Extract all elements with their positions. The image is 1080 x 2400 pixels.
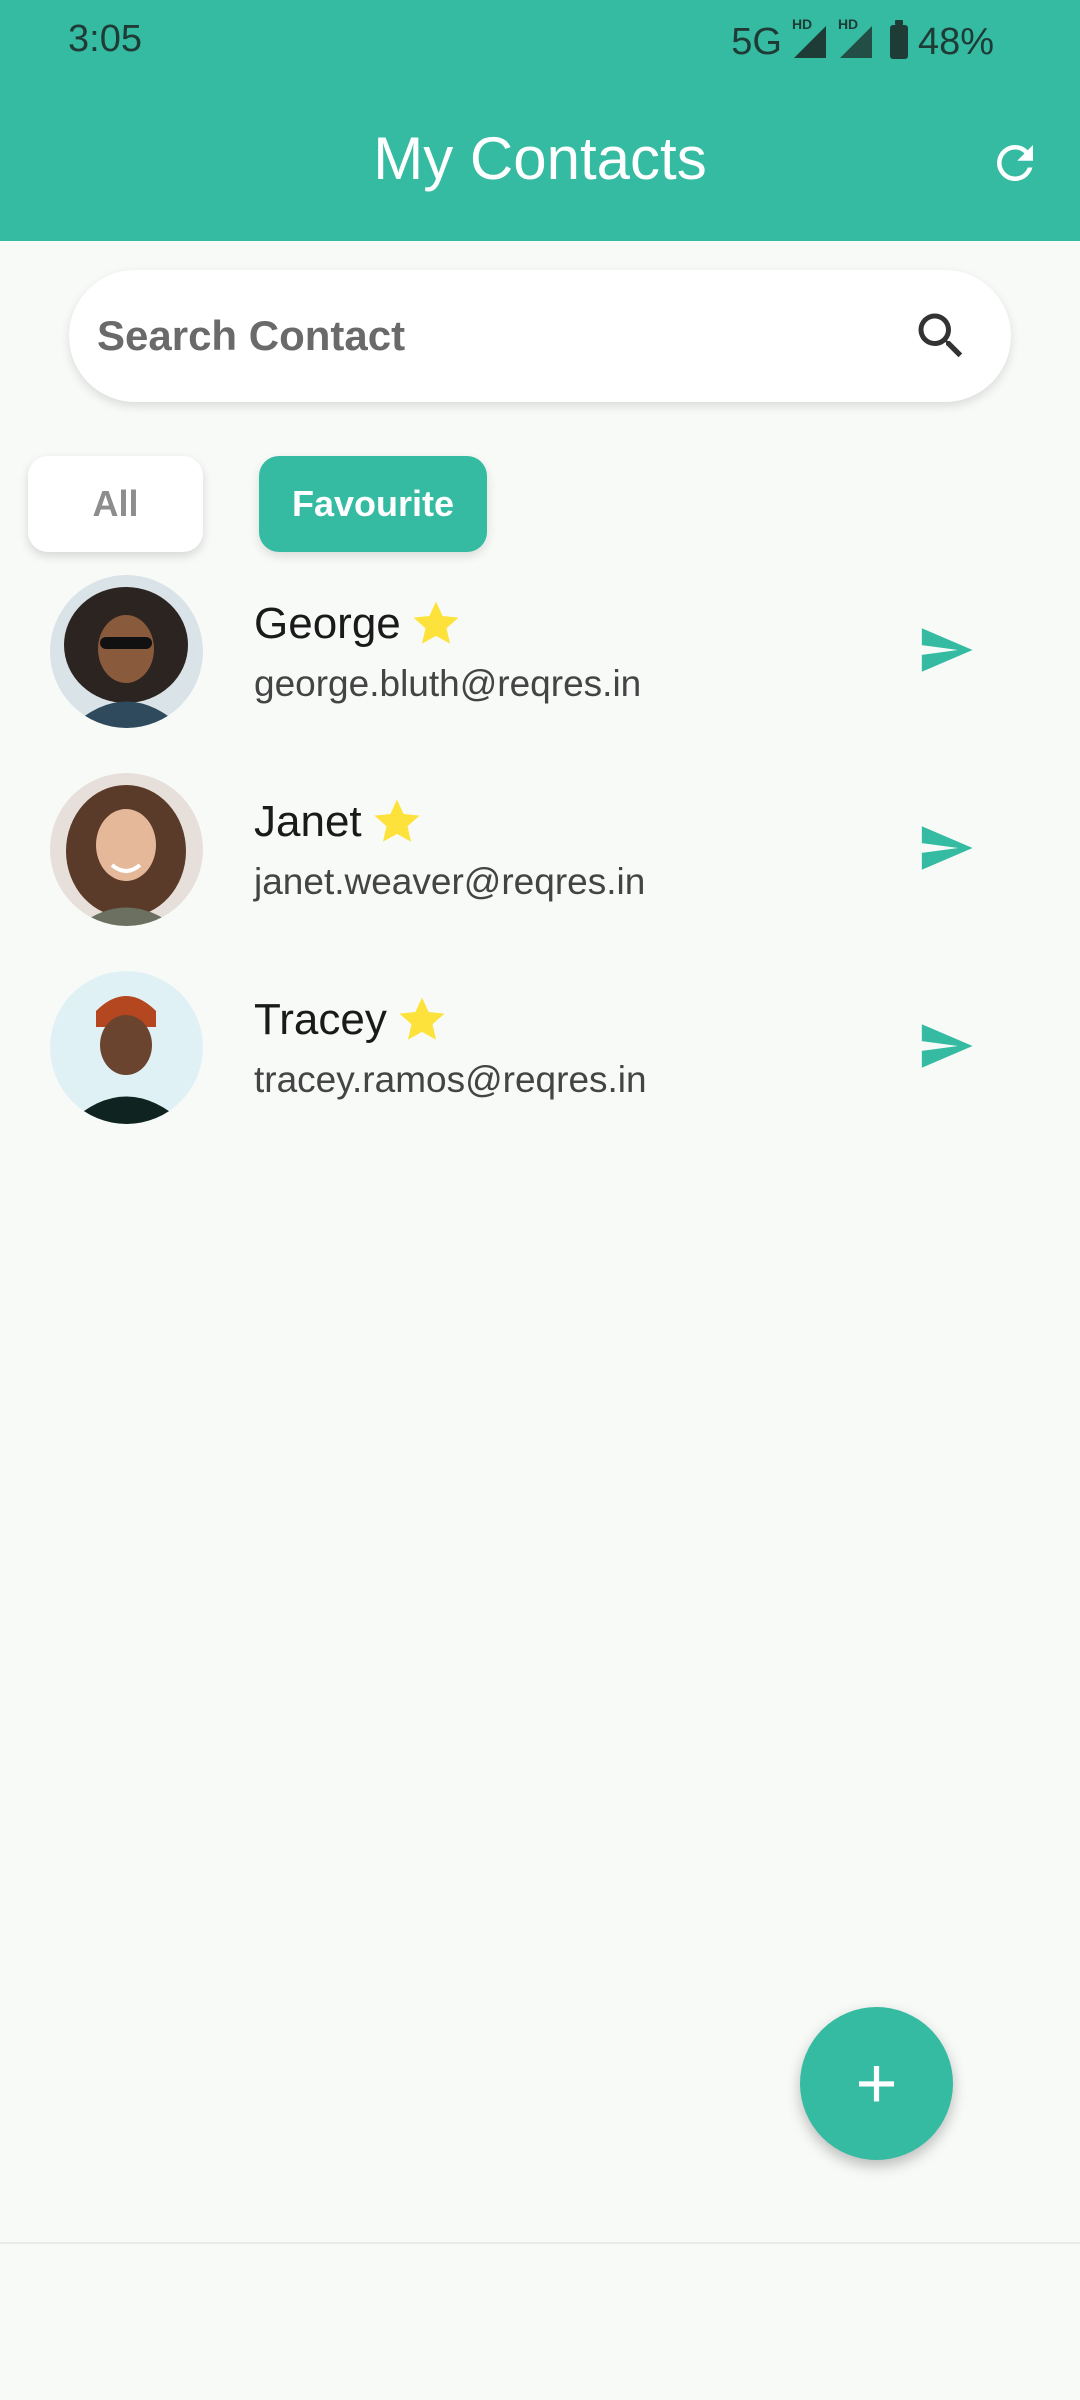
search-icon[interactable]	[911, 306, 971, 366]
search-bar	[69, 270, 1011, 402]
avatar	[50, 773, 203, 926]
send-icon[interactable]	[915, 1017, 977, 1075]
contact-email: tracey.ramos@reqres.in	[254, 1059, 647, 1100]
favourite-star-icon[interactable]	[409, 597, 463, 651]
contact-row[interactable]: Tracey tracey.ramos@reqres.in	[0, 971, 1080, 1141]
search-input[interactable]	[97, 312, 911, 360]
contact-name: George	[254, 597, 463, 651]
plus-icon: +	[855, 2043, 898, 2124]
favourite-star-icon[interactable]	[395, 993, 449, 1047]
status-icons: 5G HD HD 48%	[731, 16, 994, 66]
refresh-icon[interactable]	[988, 136, 1042, 190]
contacts-screen: 3:05 5G HD HD 48% My Contacts Search Con…	[0, 0, 1080, 2400]
page-title: My Contacts	[373, 125, 707, 192]
contact-email: janet.weaver@reqres.in	[254, 861, 646, 902]
signal-icon: HD	[792, 16, 828, 60]
network-label: 5G	[731, 20, 782, 63]
contact-email: george.bluth@reqres.in	[254, 663, 642, 704]
tab-favourite[interactable]: Favourite	[259, 456, 487, 552]
divider	[0, 2242, 1080, 2244]
app-bar: 3:05 5G HD HD 48% My Contacts	[0, 0, 1080, 241]
contact-row[interactable]: George george.bluth@reqres.in	[0, 575, 1080, 745]
add-contact-button[interactable]: +	[800, 2007, 953, 2160]
send-icon[interactable]	[915, 819, 977, 877]
signal-icon-2: HD	[838, 16, 874, 60]
favourite-star-icon[interactable]	[370, 795, 424, 849]
battery-icon	[889, 20, 908, 59]
avatar	[50, 971, 203, 1124]
tab-all[interactable]: All	[28, 456, 203, 552]
battery-percent: 48%	[917, 20, 994, 63]
contact-name: Janet	[254, 795, 424, 849]
status-time: 3:05	[68, 18, 142, 60]
send-icon[interactable]	[915, 621, 977, 679]
contact-row[interactable]: Janet janet.weaver@reqres.in	[0, 773, 1080, 943]
contact-name: Tracey	[254, 993, 449, 1047]
avatar	[50, 575, 203, 728]
